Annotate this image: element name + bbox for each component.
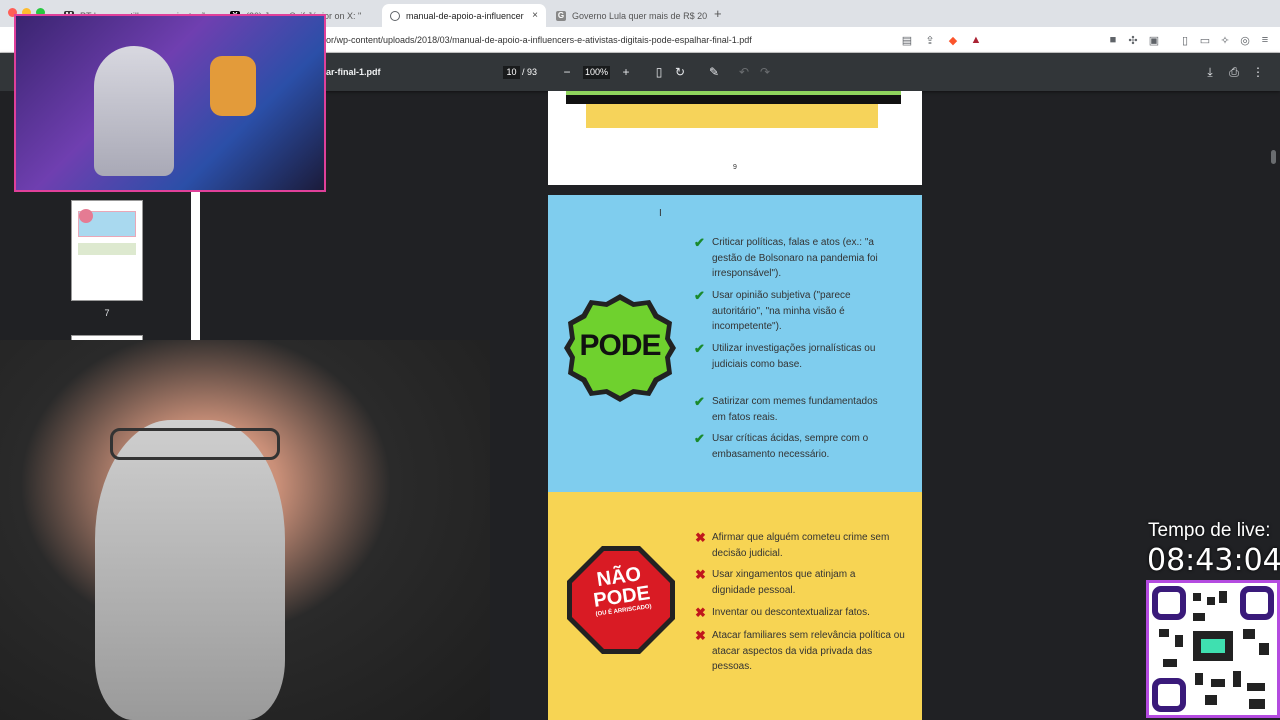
extension-icon[interactable]: ■ [1106,33,1120,47]
reader-mode-icon[interactable]: ▤ [900,33,914,47]
share-icon[interactable]: ⇪ [923,33,937,47]
zoom-out-button[interactable]: − [559,64,575,80]
pode-item: Usar opinião subjetiva ("parece autoritá… [712,290,851,332]
nao-pode-item: Afirmar que alguém cometeu crime sem dec… [712,532,890,559]
pdf-filename: ar-final-1.pdf [326,67,381,77]
undo-icon[interactable]: ↶ [736,64,752,80]
qr-pattern [1152,586,1274,712]
menu-icon[interactable]: ≡ [1258,33,1272,47]
page-banner-yellow [586,104,878,128]
brave-shields-icon[interactable]: ◆ [946,33,960,47]
pode-item: Usar críticas ácidas, sempre com o embas… [712,433,869,460]
cross-icon: ✖ [695,567,706,582]
plush-figure [210,56,256,116]
pode-item: Utilizar investigações jornalísticas ou … [712,343,876,370]
page-number-label: 9 [733,164,737,171]
text-cursor-icon: I [659,208,662,219]
check-icon: ✔ [694,235,705,250]
thumbnail-content [78,243,136,255]
page-banner-dark [566,91,901,104]
webcam-overlay-top [14,14,326,192]
thumbnail-label: 7 [104,308,110,318]
live-timer-value: 08:43:04 [1147,543,1280,578]
new-tab-button[interactable]: + [714,6,722,21]
pode-item: Criticar políticas, falas e atos (ex.: "… [712,237,878,279]
check-icon: ✔ [694,288,705,303]
page-total: / 93 [522,67,538,77]
fit-page-icon[interactable]: ▯ [651,64,667,80]
tab-search-icon[interactable]: ▭ [1198,33,1212,47]
nao-pode-item: Inventar ou descontextualizar fatos. [712,607,870,618]
tab-favicon-icon: G [556,10,566,21]
pode-item: Satirizar com memes fundamentados em fat… [712,396,878,423]
check-icon: ✔ [694,341,705,356]
redo-icon[interactable]: ↷ [757,64,773,80]
tab-manual-de-apoio[interactable]: manual-de-apoio-a-influencer × [382,4,546,27]
address-bar[interactable]: or/wp-content/uploads/2018/03/manual-de-… [326,35,752,45]
zoom-in-button[interactable]: + [618,64,634,80]
nao-pode-item: Usar xingamentos que atinjam a dignidade… [712,569,856,596]
brave-rewards-icon[interactable]: ▲ [969,33,983,47]
sidebar-toggle-icon[interactable]: ▯ [1178,33,1192,47]
print-icon[interactable]: ⎙ [1226,64,1242,80]
streamer-figure [94,46,174,176]
pode-badge-label: PODE [579,329,661,362]
qr-code-icon [1146,580,1280,718]
tab-label: Governo Lula quer mais de R$ 20... [572,10,708,21]
tab-governo-lula[interactable]: G Governo Lula quer mais de R$ 20... [548,4,708,27]
check-icon: ✔ [694,431,705,446]
thumbnail-badge [79,209,93,223]
zoom-input[interactable]: 100% [583,66,610,79]
extensions-puzzle-icon[interactable]: ✣ [1126,33,1140,47]
glasses-figure [110,428,280,460]
leo-ai-icon[interactable]: ✧ [1218,33,1232,47]
cross-icon: ✖ [695,530,706,545]
cross-icon: ✖ [695,628,706,643]
nao-pode-item: Atacar familiares sem relevância polític… [712,630,905,672]
cross-icon: ✖ [695,605,706,620]
pdf-page-9-bottom: 9 [548,91,922,185]
beard-figure [95,420,285,720]
rotate-icon[interactable]: ↻ [672,64,688,80]
close-tab-icon[interactable]: × [532,10,538,21]
scrollbar-thumb[interactable] [1271,150,1276,164]
check-icon: ✔ [694,394,705,409]
webcam-overlay-bottom [0,340,490,720]
wallet-icon[interactable]: ▣ [1147,33,1161,47]
page-number-input[interactable]: 10 [503,66,520,79]
globe-icon [390,10,400,21]
download-icon[interactable]: ⤓ [1202,64,1218,80]
live-timer-label: Tempo de live: [1148,520,1271,541]
annotate-pen-icon[interactable]: ✎ [706,64,722,80]
vpn-icon[interactable]: ◎ [1238,33,1252,47]
sidebar-divider [191,191,200,351]
thumbnail-page-7[interactable] [71,200,143,301]
more-options-icon[interactable]: ⋮ [1250,64,1266,80]
tab-label: manual-de-apoio-a-influencer [406,10,524,21]
